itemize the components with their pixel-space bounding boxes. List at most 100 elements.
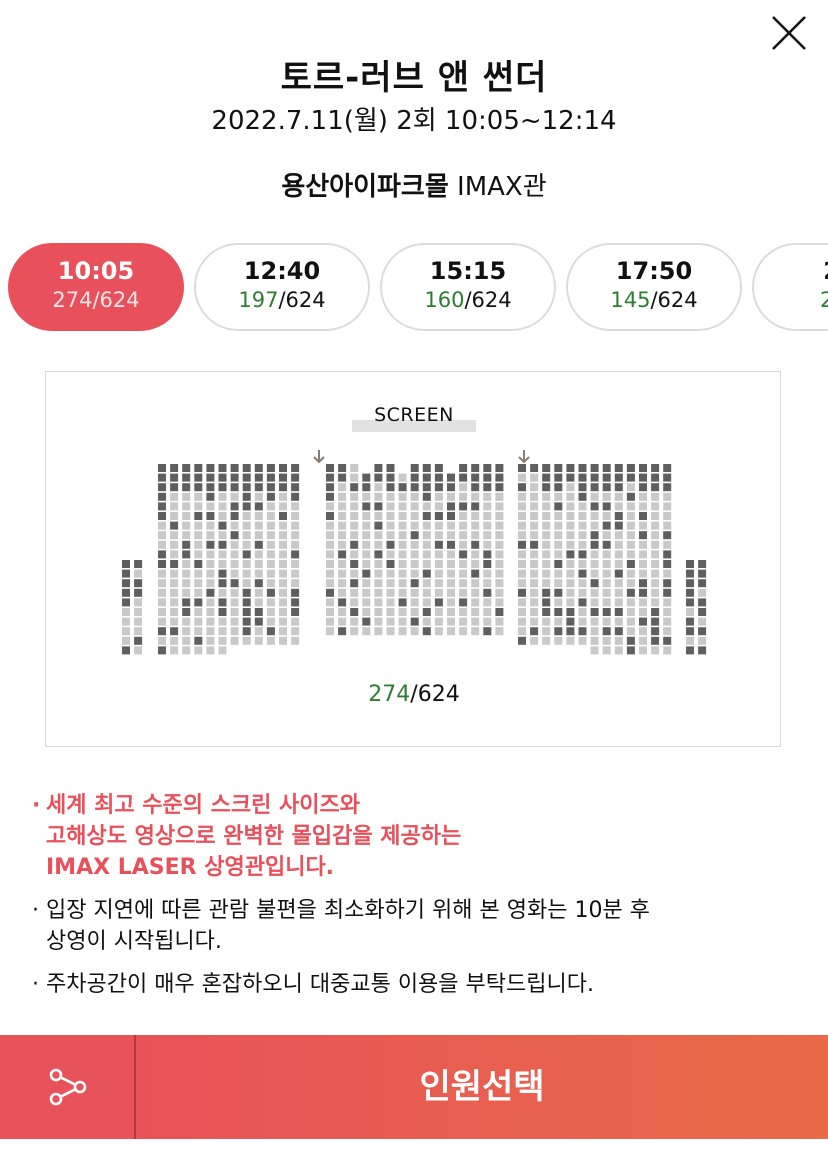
seat[interactable] xyxy=(122,569,130,578)
seat[interactable] xyxy=(554,608,563,616)
seat[interactable] xyxy=(182,608,191,616)
seat[interactable] xyxy=(182,502,191,511)
seat[interactable] xyxy=(326,560,334,568)
seat[interactable] xyxy=(291,483,300,492)
seat[interactable] xyxy=(542,569,551,578)
seat[interactable] xyxy=(626,646,635,655)
seat[interactable] xyxy=(639,627,647,636)
seat[interactable] xyxy=(495,550,504,559)
seat[interactable] xyxy=(639,608,647,616)
seat[interactable] xyxy=(459,492,468,501)
seat[interactable] xyxy=(398,598,407,607)
seat[interactable] xyxy=(386,540,395,549)
seat[interactable] xyxy=(230,608,239,616)
seat[interactable] xyxy=(422,464,431,472)
seat[interactable] xyxy=(518,464,526,472)
seat[interactable] xyxy=(614,627,623,636)
seat[interactable] xyxy=(386,502,395,511)
seat[interactable] xyxy=(386,617,395,626)
seat[interactable] xyxy=(170,598,179,607)
seat[interactable] xyxy=(362,598,371,607)
seat[interactable] xyxy=(158,550,166,559)
seat[interactable] xyxy=(459,502,468,511)
seat[interactable] xyxy=(698,588,707,597)
seat[interactable] xyxy=(639,531,647,540)
seat[interactable] xyxy=(483,492,492,501)
seat[interactable] xyxy=(566,617,575,626)
seat[interactable] xyxy=(626,608,635,616)
seat[interactable] xyxy=(254,636,263,645)
seat[interactable] xyxy=(266,636,275,645)
seat[interactable] xyxy=(530,540,539,549)
seat[interactable] xyxy=(483,483,492,492)
seat[interactable] xyxy=(626,560,635,568)
seat[interactable] xyxy=(230,502,239,511)
seat[interactable] xyxy=(374,502,383,511)
seat[interactable] xyxy=(386,464,395,472)
seat[interactable] xyxy=(242,483,251,492)
seat[interactable] xyxy=(542,617,551,626)
seat[interactable] xyxy=(291,531,300,540)
seat[interactable] xyxy=(326,550,334,559)
seat[interactable] xyxy=(398,560,407,568)
seat[interactable] xyxy=(338,588,347,597)
seat[interactable] xyxy=(651,569,660,578)
seat[interactable] xyxy=(170,473,179,482)
seat[interactable] xyxy=(326,540,334,549)
seat[interactable] xyxy=(483,521,492,530)
seat[interactable] xyxy=(218,608,227,616)
seat[interactable] xyxy=(374,492,383,501)
seat[interactable] xyxy=(122,579,130,588)
seat[interactable] xyxy=(206,646,215,655)
seat[interactable] xyxy=(602,473,611,482)
seat[interactable] xyxy=(182,492,191,501)
seat[interactable] xyxy=(206,464,215,472)
seat[interactable] xyxy=(530,560,539,568)
seat[interactable] xyxy=(410,627,419,636)
seat[interactable] xyxy=(663,540,672,549)
seat[interactable] xyxy=(254,531,263,540)
seat[interactable] xyxy=(471,512,480,520)
seat[interactable] xyxy=(590,617,599,626)
seat[interactable] xyxy=(158,636,166,645)
seat[interactable] xyxy=(122,588,130,597)
seat[interactable] xyxy=(206,608,215,616)
seat[interactable] xyxy=(434,617,443,626)
seat[interactable] xyxy=(386,560,395,568)
seat[interactable] xyxy=(554,579,563,588)
seat[interactable] xyxy=(122,627,130,636)
seat[interactable] xyxy=(326,521,334,530)
seat[interactable] xyxy=(614,569,623,578)
showtime-3[interactable]: 17:50 145/624 xyxy=(566,243,742,331)
seat[interactable] xyxy=(362,502,371,511)
seat[interactable] xyxy=(158,502,166,511)
seat[interactable] xyxy=(338,483,347,492)
seat[interactable] xyxy=(663,483,672,492)
seat[interactable] xyxy=(651,550,660,559)
seat[interactable] xyxy=(459,521,468,530)
seat[interactable] xyxy=(422,531,431,540)
seat[interactable] xyxy=(291,512,300,520)
seat[interactable] xyxy=(170,464,179,472)
seat[interactable] xyxy=(279,588,287,597)
seat[interactable] xyxy=(218,473,227,482)
seat[interactable] xyxy=(218,550,227,559)
seat[interactable] xyxy=(398,550,407,559)
seat[interactable] xyxy=(194,627,203,636)
seat[interactable] xyxy=(471,598,480,607)
seat[interactable] xyxy=(530,483,539,492)
seat[interactable] xyxy=(639,598,647,607)
seat[interactable] xyxy=(374,473,383,482)
seat[interactable] xyxy=(158,464,166,472)
seat[interactable] xyxy=(374,512,383,520)
seat[interactable] xyxy=(134,579,143,588)
seat[interactable] xyxy=(254,540,263,549)
seat[interactable] xyxy=(386,531,395,540)
seat[interactable] xyxy=(590,483,599,492)
seat[interactable] xyxy=(291,588,300,597)
seat[interactable] xyxy=(483,531,492,540)
seat[interactable] xyxy=(578,569,587,578)
seat[interactable] xyxy=(410,588,419,597)
seat[interactable] xyxy=(242,540,251,549)
seat[interactable] xyxy=(471,627,480,636)
